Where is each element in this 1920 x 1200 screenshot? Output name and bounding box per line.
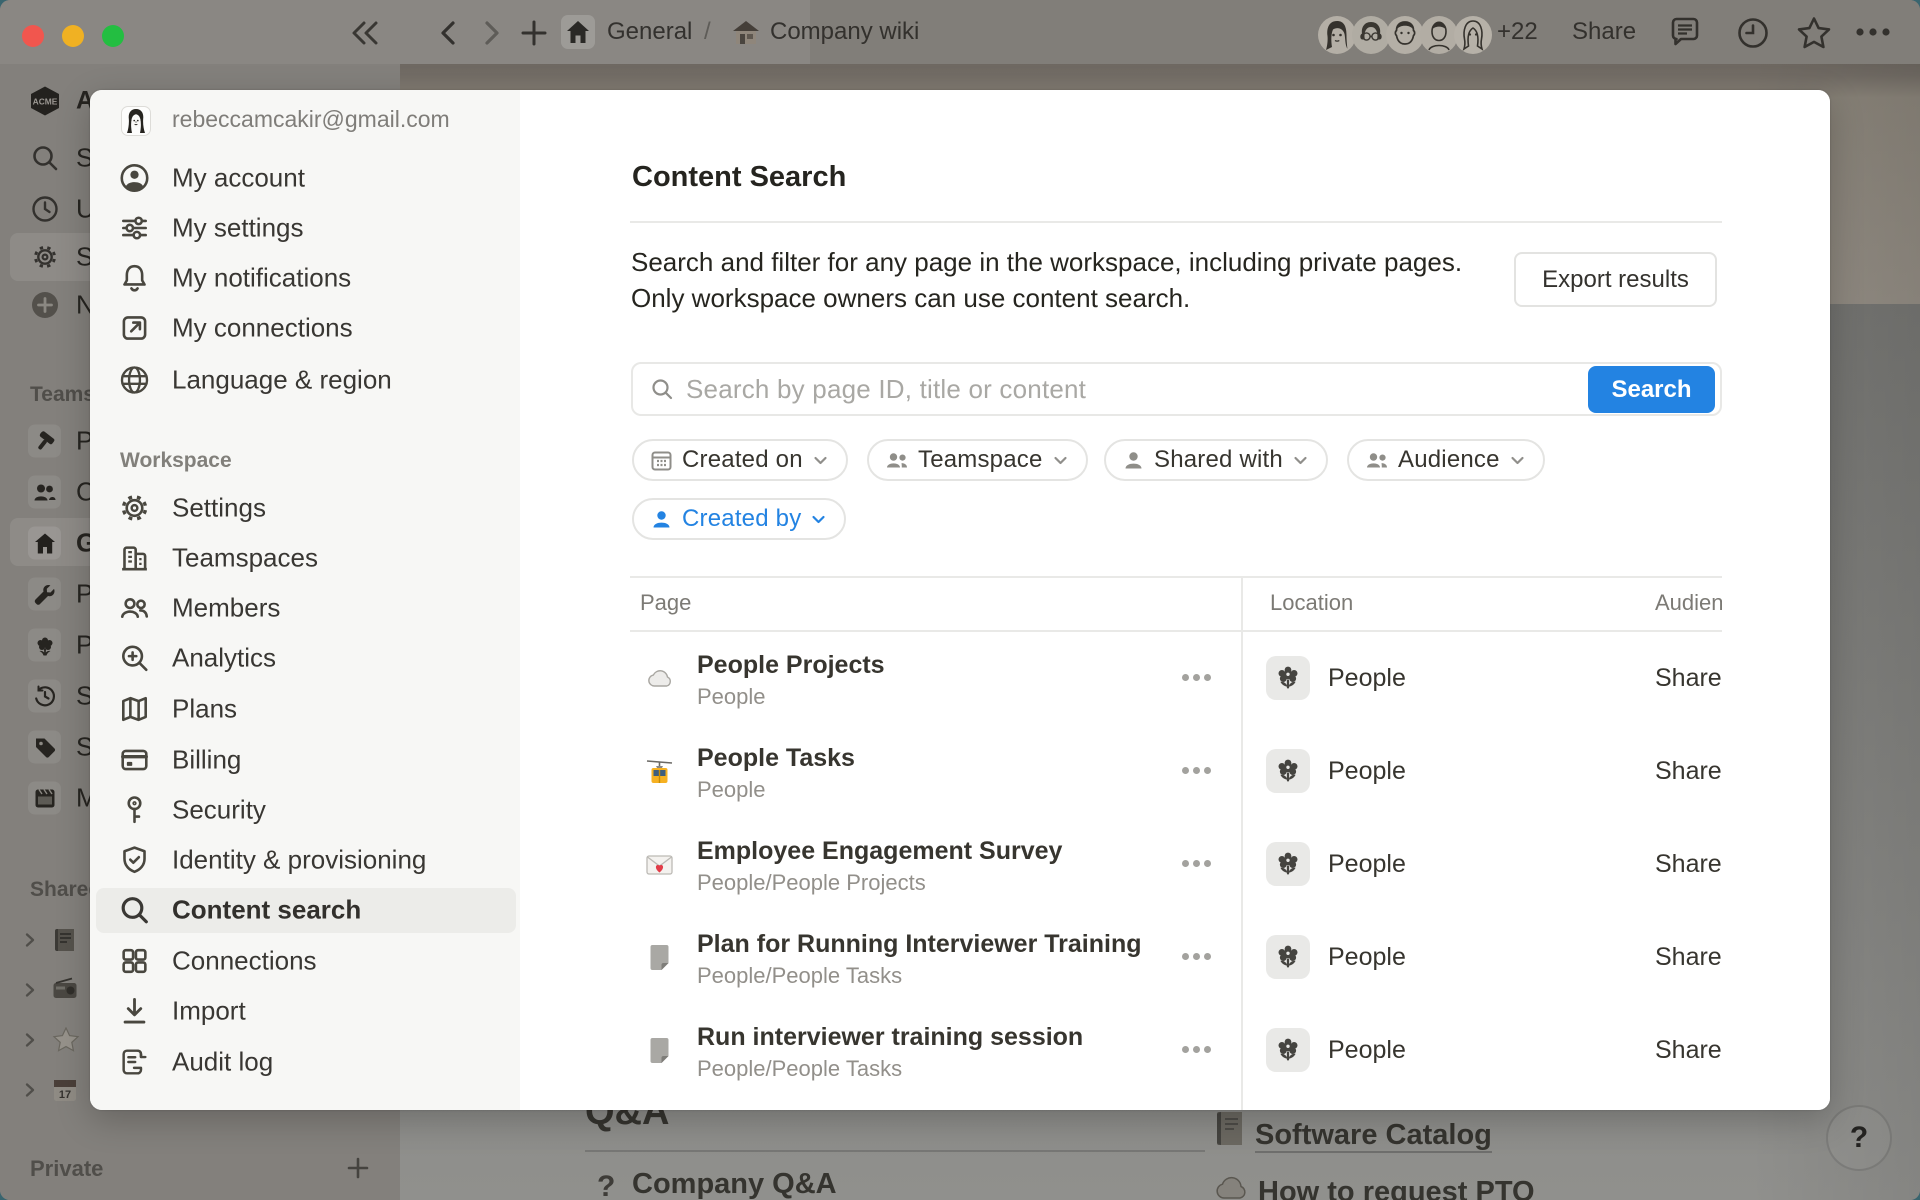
- svg-text:17: 17: [59, 1089, 71, 1101]
- svg-text:ACME: ACME: [33, 97, 58, 107]
